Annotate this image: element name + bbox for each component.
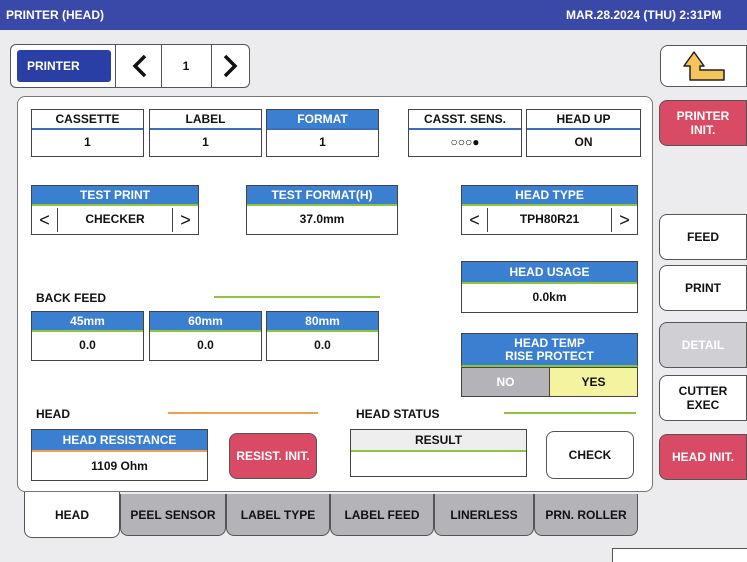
head-type-field: HEAD TYPE < TPH80R21 >	[461, 185, 638, 235]
test-print-next-button[interactable]: >	[172, 208, 198, 232]
head-temp-label-line1: HEAD TEMP	[514, 335, 585, 350]
format-value: 1	[319, 135, 326, 149]
cutter-exec-button[interactable]: CUTTER EXEC	[659, 375, 747, 421]
cassette-value: 1	[84, 135, 91, 149]
status-box	[612, 548, 747, 562]
back-feed-80mm-value: 0.0	[314, 338, 331, 352]
label-field: LABEL 1	[149, 109, 262, 157]
chevron-left-icon	[132, 54, 147, 78]
head-usage-label: HEAD USAGE	[462, 262, 637, 284]
chevron-right-icon	[223, 54, 238, 78]
test-print-label: TEST PRINT	[32, 186, 198, 206]
test-print-field: TEST PRINT < CHECKER >	[31, 185, 199, 235]
back-feed-label: BACK FEED	[36, 291, 107, 305]
head-resistance-value: 1109 Ohm	[91, 459, 148, 473]
next-printer-button[interactable]	[211, 49, 249, 83]
check-button[interactable]: CHECK	[546, 431, 634, 479]
print-button[interactable]: PRINT	[659, 265, 747, 311]
back-feed-45mm-value: 0.0	[79, 338, 96, 352]
printer-label: PRINTER	[17, 50, 111, 82]
back-feed-45mm-field[interactable]: 45mm 0.0	[31, 311, 144, 361]
format-label: FORMAT	[267, 110, 378, 130]
head-temp-no-option[interactable]: NO	[461, 367, 550, 397]
head-status-label: HEAD STATUS	[356, 407, 440, 421]
tab-linerless[interactable]: LINERLESS	[434, 494, 534, 536]
printer-number: 1	[182, 59, 190, 73]
back-feed-divider	[214, 296, 380, 298]
divider	[115, 45, 116, 87]
title-bar: PRINTER (HEAD) MAR.28.2024 (THU) 2:31PM	[0, 0, 747, 30]
head-temp-label: HEAD TEMP RISE PROTECT	[461, 333, 638, 367]
feed-button[interactable]: FEED	[659, 214, 747, 260]
test-print-prev-button[interactable]: <	[32, 208, 58, 232]
head-type-label: HEAD TYPE	[462, 186, 637, 206]
back-feed-60mm-value: 0.0	[197, 338, 214, 352]
head-status-divider	[504, 412, 636, 414]
cassette-field: CASSETTE 1	[31, 109, 144, 157]
head-section-label: HEAD	[36, 407, 71, 421]
return-arrow-icon	[682, 51, 725, 81]
back-feed-45mm-label: 45mm	[32, 312, 143, 332]
detail-button[interactable]: DETAIL	[659, 322, 747, 368]
head-up-label: HEAD UP	[527, 110, 640, 130]
resist-init-button[interactable]: RESIST. INIT.	[229, 433, 317, 479]
tab-prn-roller[interactable]: PRN. ROLLER	[534, 494, 638, 536]
head-up-value: ON	[574, 135, 593, 149]
head-resistance-field: HEAD RESISTANCE 1109 Ohm	[31, 429, 208, 481]
tab-head[interactable]: HEAD	[24, 492, 120, 538]
casst-sens-label: CASST. SENS.	[409, 110, 521, 130]
head-up-field: HEAD UP ON	[526, 109, 641, 157]
head-settings-panel: CASSETTE 1 LABEL 1 FORMAT 1 CASST. SENS.…	[17, 96, 653, 492]
test-format-field[interactable]: TEST FORMAT(H) 37.0mm	[246, 185, 398, 235]
label-label: LABEL	[150, 110, 261, 130]
tab-peel-sensor[interactable]: PEEL SENSOR	[120, 494, 226, 536]
casst-sens-value: ○○○●	[450, 135, 480, 149]
back-feed-80mm-field[interactable]: 80mm 0.0	[266, 311, 379, 361]
back-feed-60mm-label: 60mm	[150, 312, 261, 332]
back-button[interactable]	[660, 45, 747, 87]
back-feed-80mm-label: 80mm	[267, 312, 378, 332]
format-field: FORMAT 1	[266, 109, 379, 157]
back-feed-60mm-field[interactable]: 60mm 0.0	[149, 311, 262, 361]
head-usage-value: 0.0km	[532, 290, 567, 304]
head-init-button[interactable]: HEAD INIT.	[659, 434, 747, 480]
head-type-prev-button[interactable]: <	[462, 208, 488, 232]
head-temp-yes-option[interactable]: YES	[549, 367, 638, 397]
tab-label-feed[interactable]: LABEL FEED	[330, 494, 434, 536]
result-value	[351, 452, 526, 476]
test-format-value: 37.0mm	[299, 212, 345, 226]
printer-selector: PRINTER 1	[10, 44, 250, 88]
screen-title: PRINTER (HEAD)	[6, 8, 104, 22]
casst-sens-field: CASST. SENS. ○○○●	[408, 109, 522, 157]
tab-label-type[interactable]: LABEL TYPE	[226, 494, 330, 536]
result-label: RESULT	[351, 430, 526, 452]
head-temp-label-line2: RISE PROTECT	[505, 348, 594, 363]
date-time: MAR.28.2024 (THU) 2:31PM	[566, 8, 722, 22]
label-value: 1	[202, 135, 209, 149]
head-resistance-label: HEAD RESISTANCE	[32, 430, 207, 452]
head-divider	[168, 412, 318, 414]
cassette-label: CASSETTE	[32, 110, 143, 130]
printer-init-button[interactable]: PRINTER INIT.	[659, 100, 747, 146]
head-temp-field: HEAD TEMP RISE PROTECT NO YES	[461, 333, 638, 397]
test-format-label: TEST FORMAT(H)	[247, 186, 397, 206]
head-usage-field: HEAD USAGE 0.0km	[461, 261, 638, 313]
result-field: RESULT	[350, 429, 527, 477]
head-type-next-button[interactable]: >	[611, 208, 637, 232]
prev-printer-button[interactable]	[119, 49, 161, 83]
